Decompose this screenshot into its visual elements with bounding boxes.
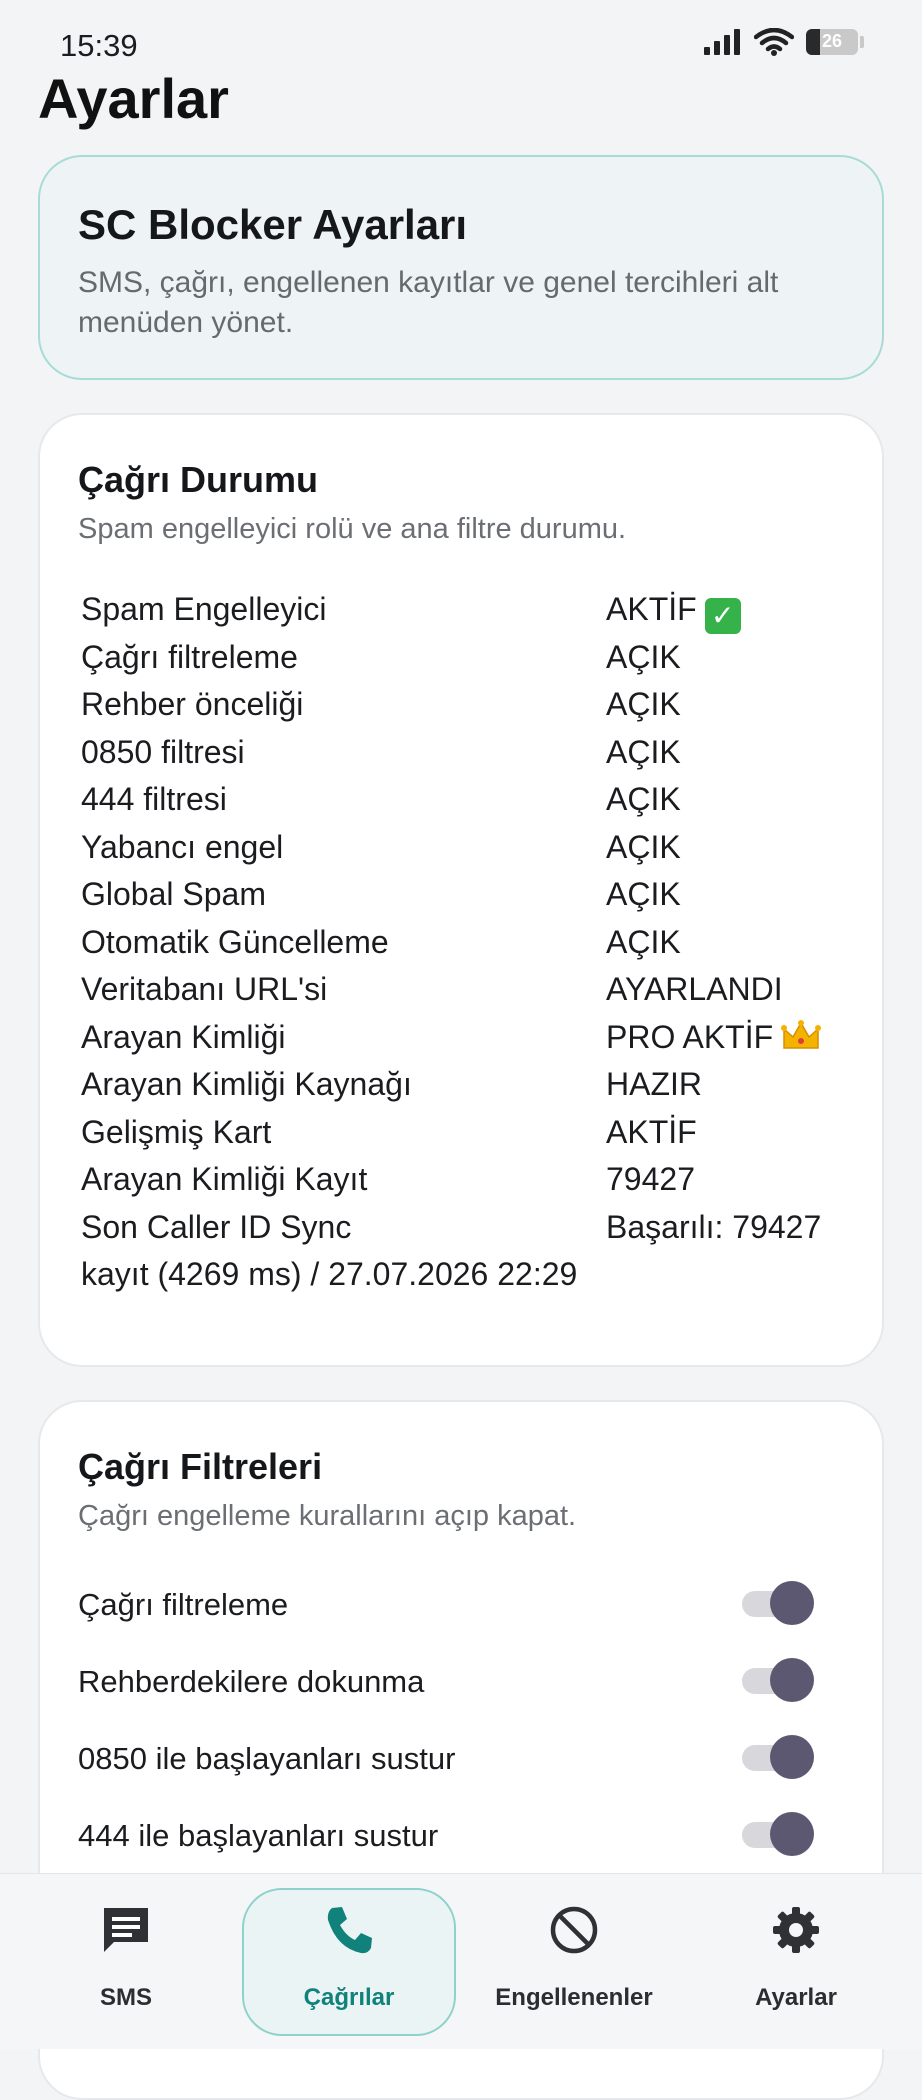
- status-row-global-spam: Global Spam AÇIK: [81, 871, 844, 919]
- status-time: 15:39: [60, 28, 138, 63]
- last-sync-detail: kayıt (4269 ms) / 27.07.2026 22:29: [81, 1256, 578, 1292]
- status-row-caller-id-source: Arayan Kimliği Kaynağı HAZIR: [81, 1061, 844, 1109]
- nav-item-settings[interactable]: Ayarlar: [694, 1874, 898, 2049]
- status-label: Yabancı engel: [81, 828, 284, 865]
- call-status-card: Çağrı Durumu Spam engelleyici rolü ve an…: [38, 413, 884, 1367]
- status-label: Son Caller ID Sync: [81, 1208, 352, 1245]
- call-status-list: Spam Engelleyici AKTİF ✓ Çağrı filtreleme…: [81, 586, 844, 1299]
- call-filtering-toggle[interactable]: [742, 1581, 814, 1625]
- crown-icon: [781, 1019, 822, 1049]
- status-bar: 15:39 26: [0, 0, 922, 70]
- status-value: AÇIK: [606, 781, 681, 817]
- wifi-icon: [754, 28, 794, 56]
- status-row-auto-update: Otomatik Güncelleme AÇIK: [81, 919, 844, 967]
- toggle-thumb: [770, 1658, 814, 1702]
- call-filters-list: Çağrı filtreleme Rehberdekilere dokunma …: [78, 1569, 844, 1877]
- status-row-caller-id: Arayan Kimliği PRO AKTİF: [81, 1014, 844, 1062]
- mute-0850-toggle[interactable]: [742, 1735, 814, 1779]
- call-filters-title: Çağrı Filtreleri: [78, 1446, 323, 1487]
- nav-item-calls[interactable]: Çağrılar: [242, 1874, 456, 2049]
- status-label: Arayan Kimliği Kayıt: [81, 1161, 368, 1197]
- nav-label: Engellenenler: [495, 1984, 653, 2011]
- hero-description: SMS, çağrı, engellenen kayıtlar ve genel…: [78, 266, 779, 339]
- nav-label: Çağrılar: [303, 1984, 395, 2011]
- status-value: Başarılı: 79427: [606, 1208, 822, 1245]
- status-label: Spam Engelleyici: [81, 591, 327, 627]
- status-row-spam-blocker: Spam Engelleyici AKTİF ✓: [81, 586, 844, 634]
- nav-item-blocked[interactable]: Engellenenler: [468, 1874, 680, 2049]
- status-value: AYARLANDI: [606, 971, 783, 1007]
- status-value: PRO AKTİF: [606, 1014, 822, 1062]
- status-icons: 26: [704, 28, 864, 56]
- message-icon: [104, 1908, 148, 1952]
- filter-row-skip-contacts: Rehberdekilere dokunma: [78, 1646, 844, 1723]
- call-filters-subtitle: Çağrı engelleme kurallarını açıp kapat.: [78, 1500, 577, 1532]
- status-row-caller-id-records: Arayan Kimliği Kayıt 79427: [81, 1156, 844, 1204]
- battery-icon: 26: [806, 29, 858, 55]
- status-value: AKTİF ✓: [606, 586, 741, 634]
- filter-row-444: 444 ile başlayanları sustur: [78, 1800, 844, 1877]
- gear-icon: [773, 1907, 819, 1953]
- status-value: AÇIK: [606, 686, 681, 722]
- block-icon: [550, 1906, 598, 1954]
- nav-label: Ayarlar: [755, 1984, 837, 2011]
- filter-label: 0850 ile başlayanları sustur: [78, 1741, 456, 1776]
- status-row-last-sync: Son Caller ID Sync Başarılı: 79427: [81, 1204, 844, 1252]
- status-value: AÇIK: [606, 733, 681, 770]
- status-label: Otomatik Güncelleme: [81, 923, 389, 960]
- status-value: AÇIK: [606, 828, 681, 865]
- filter-row-0850: 0850 ile başlayanları sustur: [78, 1723, 844, 1800]
- skip-contacts-toggle[interactable]: [742, 1658, 814, 1702]
- status-row-database-url: Veritabanı URL'si AYARLANDI: [81, 966, 844, 1014]
- status-row-call-filtering: Çağrı filtreleme AÇIK: [81, 634, 844, 682]
- status-value-text: PRO AKTİF: [606, 1018, 774, 1055]
- status-row-contact-priority: Rehber önceliği AÇIK: [81, 681, 844, 729]
- toggle-thumb: [770, 1581, 814, 1625]
- filter-label: Çağrı filtreleme: [78, 1587, 289, 1622]
- status-label: Çağrı filtreleme: [81, 638, 298, 675]
- hero-card: SC Blocker Ayarları SMS, çağrı, engellen…: [38, 155, 884, 380]
- status-value-text: AKTİF: [606, 591, 697, 627]
- status-label: 444 filtresi: [81, 781, 227, 817]
- phone-icon: [327, 1907, 372, 1954]
- status-row-0850-filter: 0850 filtresi AÇIK: [81, 729, 844, 777]
- filter-row-call-filtering: Çağrı filtreleme: [78, 1569, 844, 1646]
- status-label: Veritabanı URL'si: [81, 971, 328, 1007]
- filter-label: 444 ile başlayanları sustur: [78, 1818, 439, 1853]
- status-value: AKTİF: [606, 1113, 697, 1150]
- status-label: 0850 filtresi: [81, 733, 245, 770]
- status-value: AÇIK: [606, 923, 681, 960]
- status-value: AÇIK: [606, 638, 681, 675]
- status-label: Arayan Kimliği: [81, 1018, 286, 1055]
- filter-label: Rehberdekilere dokunma: [78, 1664, 425, 1699]
- page-title: Ayarlar: [38, 67, 229, 130]
- status-row-advanced-card: Gelişmiş Kart AKTİF: [81, 1109, 844, 1157]
- status-value: 79427: [606, 1161, 695, 1197]
- nav-item-sms[interactable]: SMS: [28, 1874, 224, 2049]
- status-row-444-filter: 444 filtresi AÇIK: [81, 776, 844, 824]
- battery-cap: [860, 36, 864, 48]
- hero-title: SC Blocker Ayarları: [78, 201, 468, 248]
- call-status-subtitle: Spam engelleyici rolü ve ana filtre duru…: [78, 513, 627, 545]
- status-label: Global Spam: [81, 876, 266, 912]
- battery-level: 26: [821, 31, 843, 51]
- toggle-thumb: [770, 1812, 814, 1856]
- status-value: AÇIK: [606, 876, 681, 912]
- signal-icon: [704, 29, 740, 55]
- call-status-title: Çağrı Durumu: [78, 459, 319, 500]
- status-value: HAZIR: [606, 1066, 702, 1102]
- status-label: Rehber önceliği: [81, 686, 304, 722]
- nav-label: SMS: [99, 1984, 152, 2011]
- status-row-foreign-block: Yabancı engel AÇIK: [81, 824, 844, 872]
- check-icon: ✓: [704, 598, 741, 634]
- status-label: Arayan Kimliği Kaynağı: [81, 1066, 412, 1102]
- bottom-navigation: SMS Çağrılar Engellenenler Ayarlar: [0, 1873, 922, 2049]
- mute-444-toggle[interactable]: [742, 1812, 814, 1856]
- status-label: Gelişmiş Kart: [81, 1113, 272, 1150]
- toggle-thumb: [770, 1735, 814, 1779]
